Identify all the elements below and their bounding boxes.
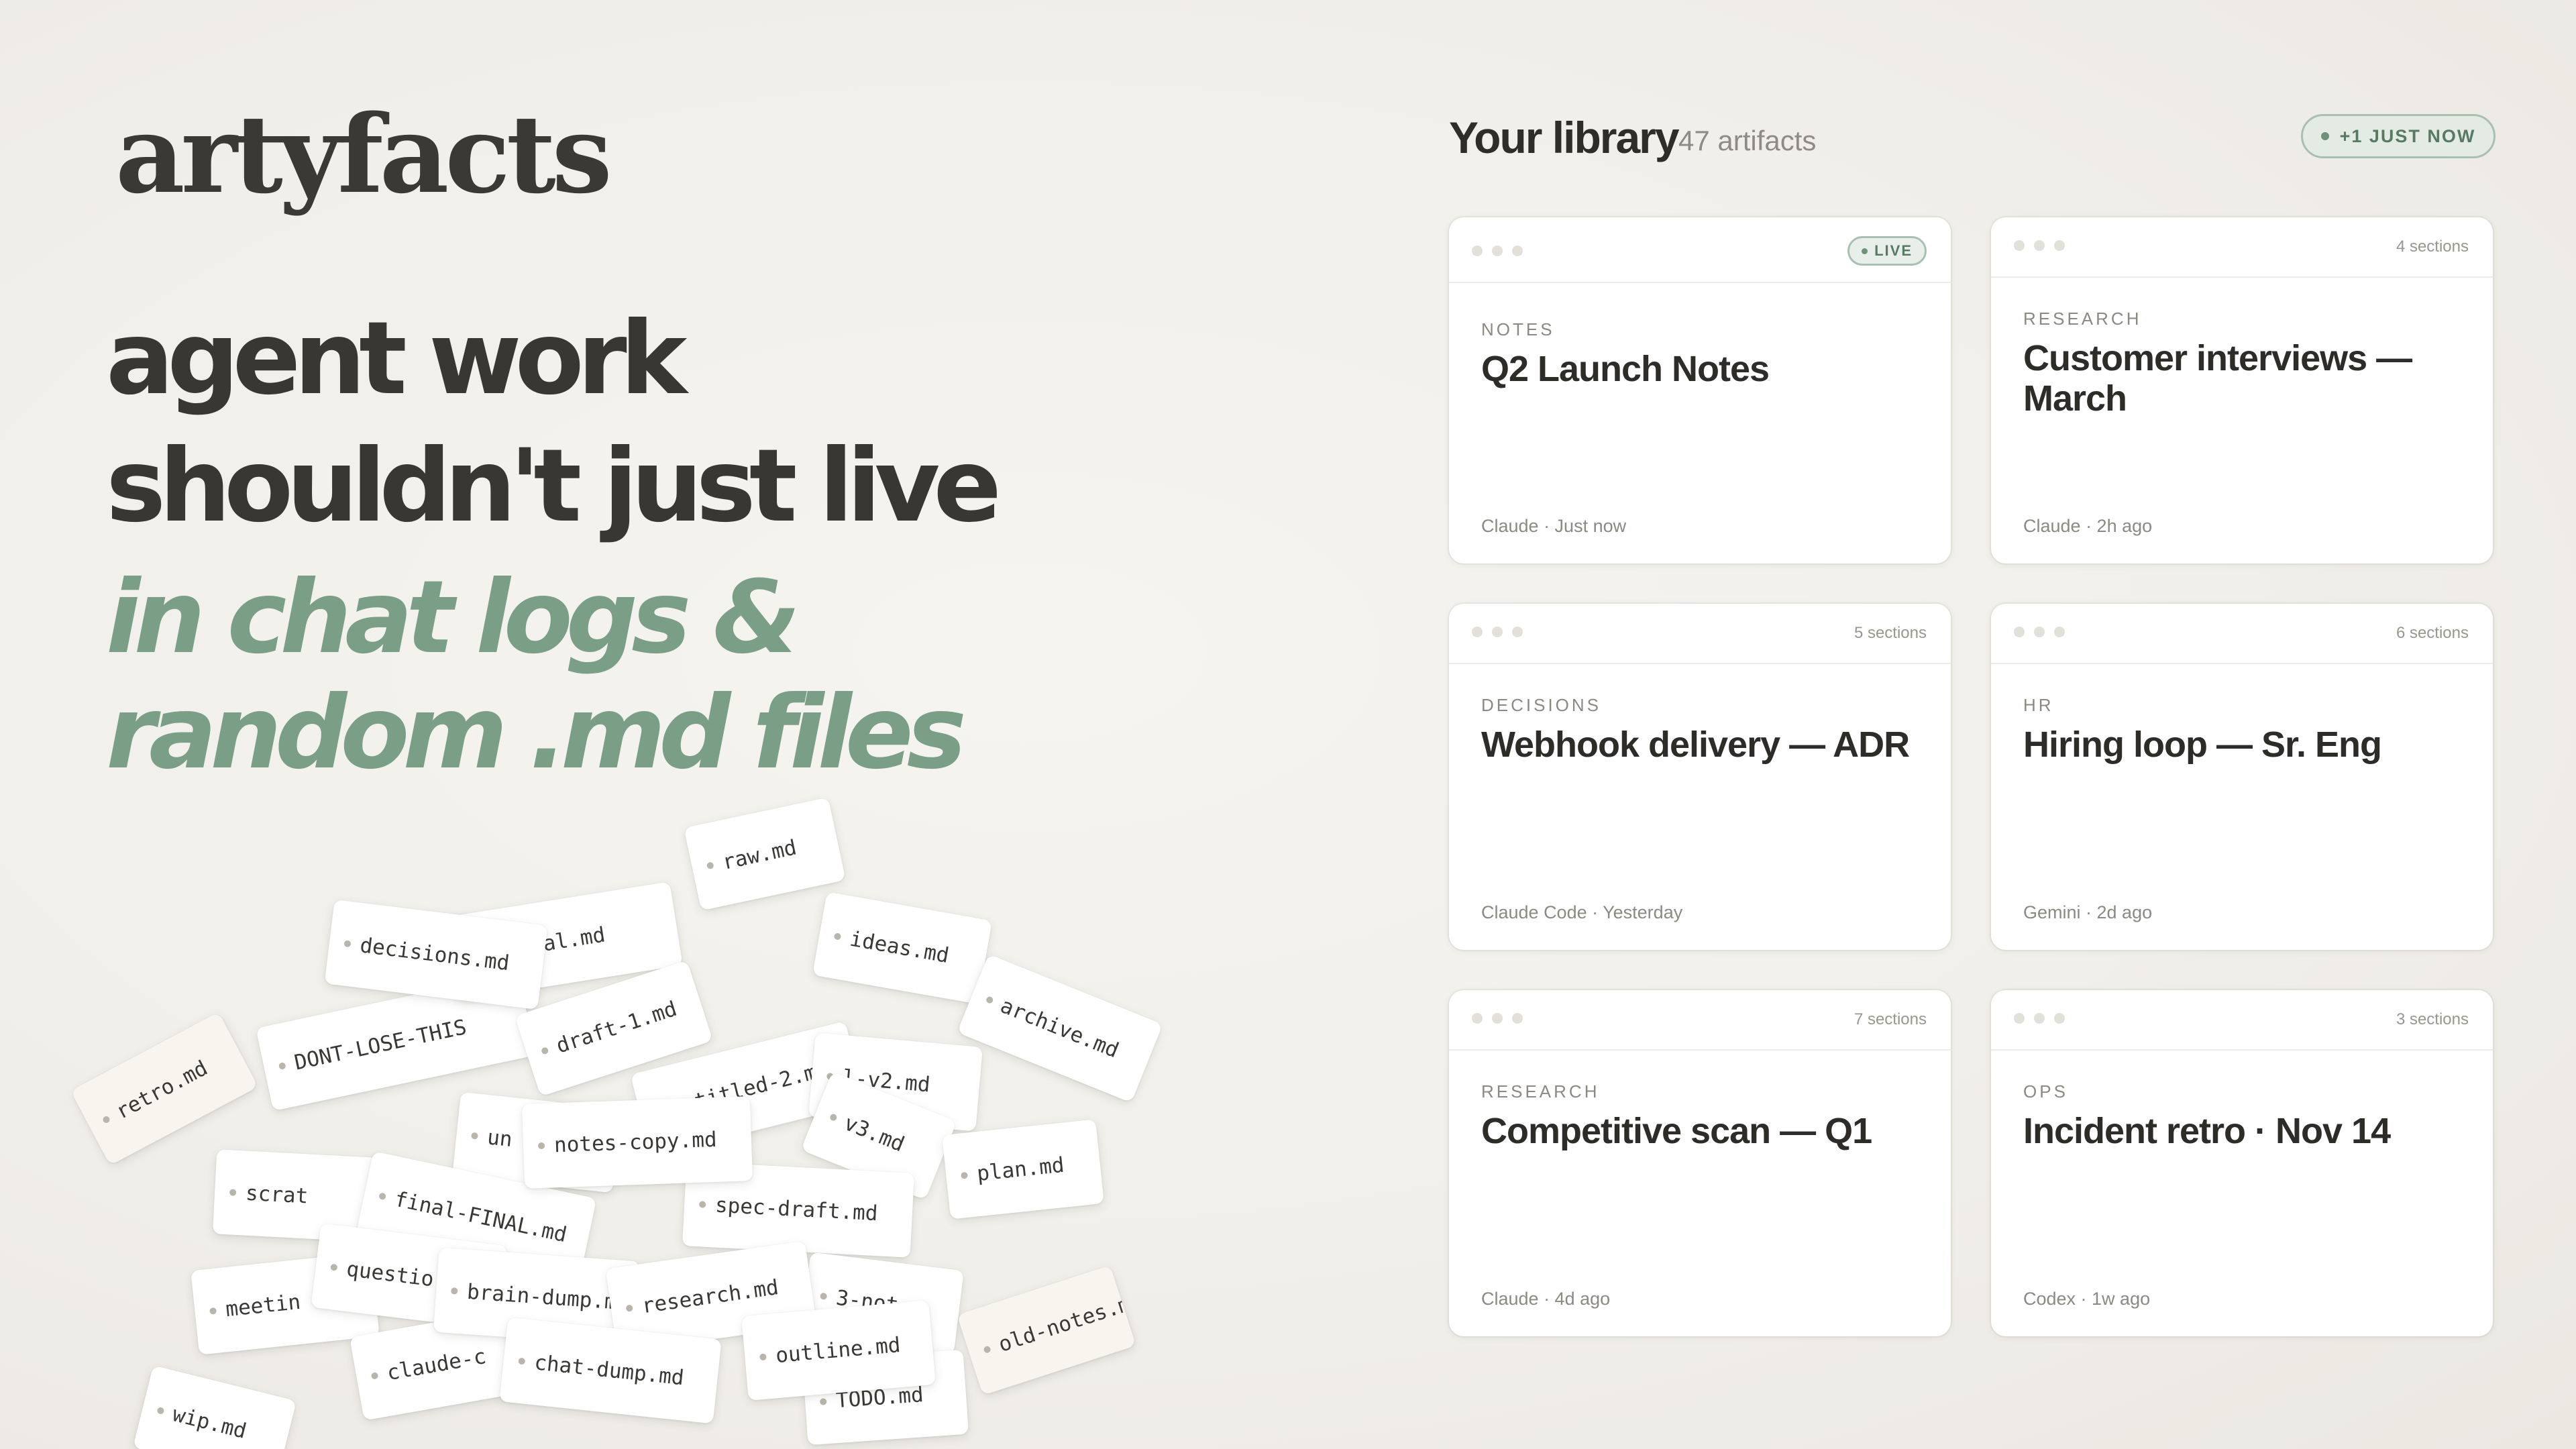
live-dot-icon — [1862, 248, 1868, 254]
card-category: HR — [2023, 695, 2054, 715]
file-card: wip.md — [133, 1365, 297, 1449]
artifact-card[interactable]: 5 sections DECISIONS Webhook delivery — … — [1449, 604, 1951, 950]
card-title: Competitive scan — Q1 — [1481, 1111, 1872, 1151]
window-dots-icon — [2014, 240, 2065, 251]
file-card: outline.md — [741, 1300, 936, 1401]
card-title: Incident retro · Nov 14 — [2023, 1111, 2391, 1151]
card-category: RESEARCH — [2023, 309, 2142, 329]
card-meta: Claude Code · Yesterday — [1481, 902, 1683, 922]
file-card: retro.md — [70, 1012, 258, 1166]
card-meta: Codex · 1w ago — [2023, 1289, 2151, 1309]
window-dots-icon — [2014, 1013, 2065, 1024]
brand-logo: artyfacts — [115, 91, 612, 217]
artifact-card[interactable]: 4 sections RESEARCH Customer interviews … — [1991, 217, 2493, 564]
file-card: old-notes.md — [957, 1265, 1136, 1395]
card-title: Q2 Launch Notes — [1481, 349, 1770, 389]
file-card: notes-copy.md — [521, 1096, 753, 1189]
card-header: LIVE — [1449, 217, 1951, 283]
file-card: ideas.md — [812, 892, 993, 1004]
card-title: Webhook delivery — ADR — [1481, 724, 1910, 765]
card-title: Customer interviews — March — [2023, 338, 2412, 419]
file-card: archive.md — [957, 954, 1163, 1103]
file-card: raw.md — [684, 797, 846, 911]
card-category: OPS — [2023, 1081, 2068, 1102]
card-header: 4 sections — [1991, 217, 2493, 278]
window-dots-icon — [1472, 627, 1523, 637]
live-badge: LIVE — [1847, 236, 1927, 266]
card-meta: Gemini · 2d ago — [2023, 902, 2153, 922]
new-artifact-label: +1 JUST NOW — [2339, 125, 2476, 146]
card-meta: Claude · Just now — [1481, 516, 1627, 536]
artifact-card[interactable]: 6 sections HR Hiring loop — Sr. Eng Gemi… — [1991, 604, 2493, 950]
card-header: 6 sections — [1991, 604, 2493, 664]
card-meta: Claude · 2h ago — [2023, 516, 2153, 536]
window-dots-icon — [2014, 627, 2065, 637]
library-title: Your library — [1449, 113, 1680, 162]
card-header: 7 sections — [1449, 990, 1951, 1051]
scattered-files-pile: wip.md retro.md meetin scrat DONT-LOSE-T… — [0, 792, 1208, 1449]
artifact-card[interactable]: 3 sections OPS Incident retro · Nov 14 C… — [1991, 990, 2493, 1336]
card-category: NOTES — [1481, 319, 1555, 339]
section-count: 5 sections — [1854, 624, 1927, 642]
headline-line-4: random .md files — [106, 675, 967, 792]
card-meta: Claude · 4d ago — [1481, 1289, 1611, 1309]
card-header: 3 sections — [1991, 990, 2493, 1051]
headline-line-1: agent work — [106, 301, 687, 417]
hero-headline: agent work shouldn't just live in chat l… — [106, 295, 1002, 797]
section-count: 3 sections — [2396, 1010, 2469, 1028]
artifact-card[interactable]: LIVE NOTES Q2 Launch Notes Claude · Just… — [1449, 217, 1951, 564]
card-header: 5 sections — [1449, 604, 1951, 664]
section-count: 6 sections — [2396, 624, 2469, 642]
new-artifact-badge[interactable]: +1 JUST NOW — [2301, 114, 2496, 158]
section-count: 7 sections — [1854, 1010, 1927, 1028]
card-category: RESEARCH — [1481, 1081, 1600, 1102]
status-dot-icon — [2320, 132, 2329, 140]
live-label: LIVE — [1874, 242, 1913, 259]
artifact-count: 47 artifacts — [1678, 125, 1817, 156]
file-card: plan.md — [942, 1119, 1104, 1220]
headline-line-2: shouldn't just live — [106, 428, 1002, 545]
section-count: 4 sections — [2396, 237, 2469, 256]
card-title: Hiring loop — Sr. Eng — [2023, 724, 2382, 765]
window-dots-icon — [1472, 1013, 1523, 1024]
headline-line-3: in chat logs & — [106, 559, 800, 676]
window-dots-icon — [1472, 246, 1523, 256]
card-category: DECISIONS — [1481, 695, 1602, 715]
artifact-card[interactable]: 7 sections RESEARCH Competitive scan — Q… — [1449, 990, 1951, 1336]
